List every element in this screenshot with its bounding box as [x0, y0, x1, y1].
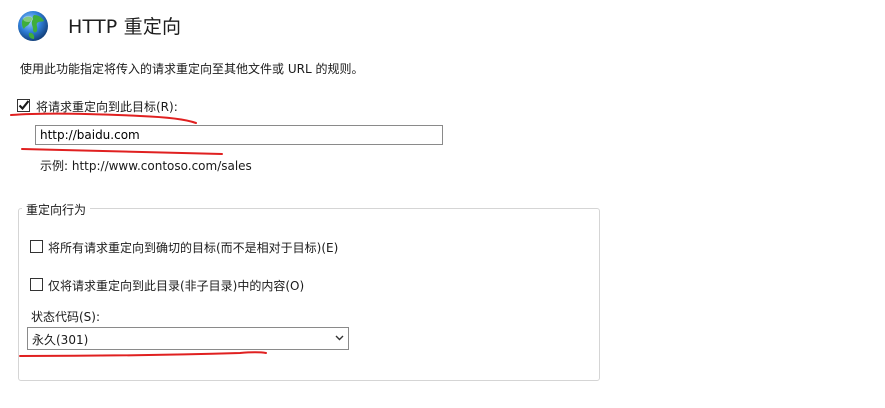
- checkmark-icon: [18, 100, 30, 111]
- annotation-underline-target: [21, 148, 223, 155]
- only-this-directory-label[interactable]: 仅将请求重定向到此目录(非子目录)中的内容(O): [48, 277, 304, 294]
- status-code-value: 永久(301): [32, 333, 89, 347]
- exact-destination-checkbox[interactable]: [30, 240, 43, 253]
- status-code-label: 状态代码(S):: [31, 310, 101, 324]
- redirect-behavior-group: [18, 208, 600, 381]
- status-code-select[interactable]: 永久(301): [27, 327, 349, 350]
- example-text: 示例: http://www.contoso.com/sales: [40, 159, 252, 173]
- feature-description: 使用此功能指定将传入的请求重定向至其他文件或 URL 的规则。: [20, 62, 364, 76]
- chevron-down-icon: [335, 335, 344, 341]
- redirect-target-input[interactable]: [35, 125, 443, 145]
- page-header: HTTP 重定向: [0, 0, 885, 52]
- redirect-behavior-title: 重定向行为: [22, 201, 91, 218]
- globe-icon: [18, 11, 48, 41]
- exact-destination-label[interactable]: 将所有请求重定向到确切的目标(而不是相对于目标)(E): [48, 239, 338, 256]
- page-title: HTTP 重定向: [68, 16, 182, 38]
- redirect-enable-checkbox[interactable]: [17, 99, 30, 112]
- redirect-enable-label[interactable]: 将请求重定向到此目标(R):: [36, 98, 178, 115]
- only-this-directory-checkbox[interactable]: [30, 278, 43, 291]
